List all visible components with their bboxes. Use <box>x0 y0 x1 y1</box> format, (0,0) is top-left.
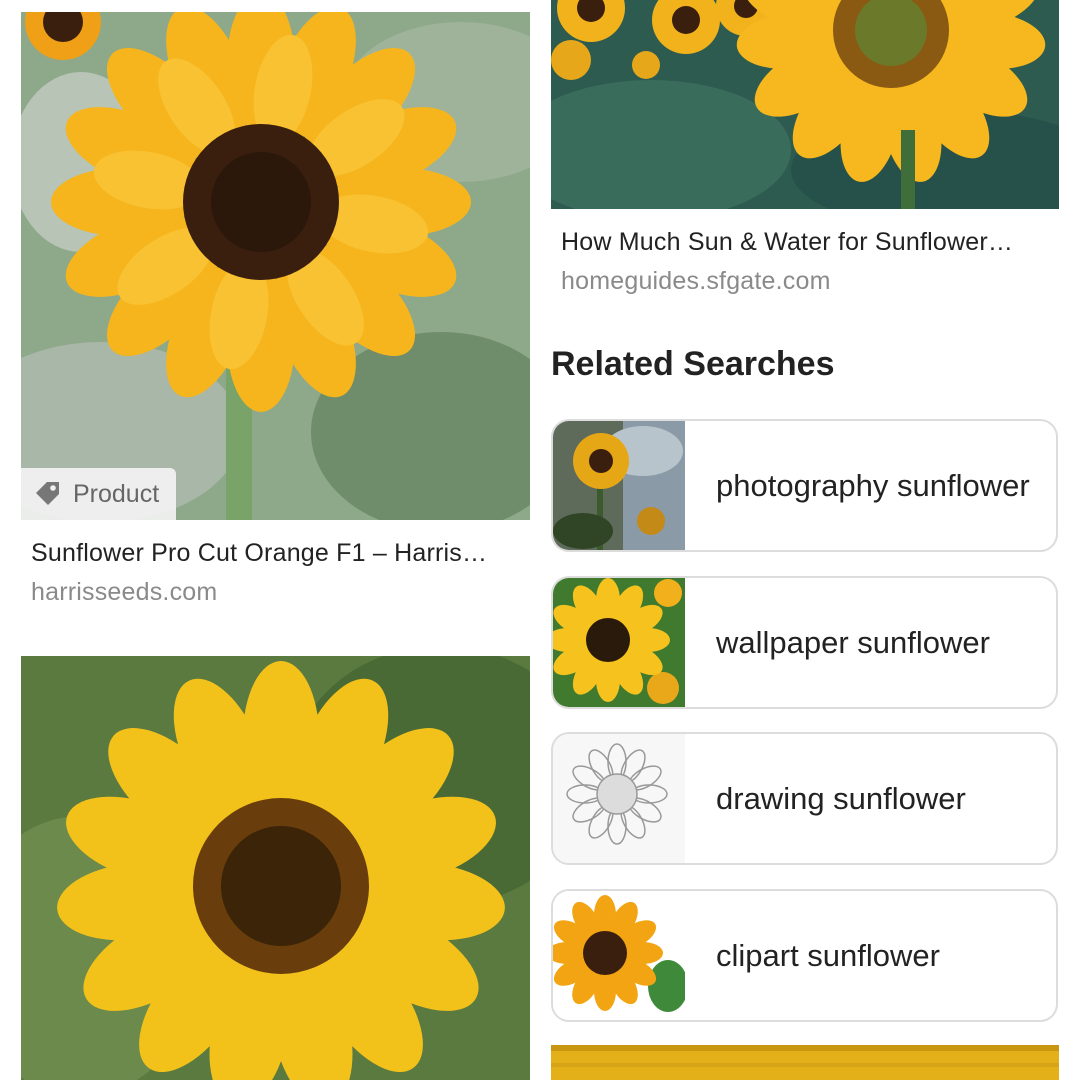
result-title[interactable]: How Much Sun & Water for Sunflower… <box>561 228 1013 257</box>
result-title[interactable]: Sunflower Pro Cut Orange F1 – Harris… <box>31 539 487 568</box>
product-badge: Product <box>21 468 176 520</box>
related-search-label: drawing sunflower <box>716 780 966 816</box>
result-image-sunflower-field[interactable] <box>551 0 1059 209</box>
product-badge-label: Product <box>73 479 160 508</box>
related-search-clipart[interactable]: clipart sunflower <box>551 889 1058 1022</box>
result-image-sunflower-closeup[interactable] <box>21 656 530 1080</box>
related-thumbnail <box>553 891 685 1020</box>
result-image-sunflower-pro-cut[interactable] <box>21 12 530 520</box>
related-search-label: photography sunflower <box>716 467 1030 503</box>
tag-icon <box>36 482 59 505</box>
related-searches-heading: Related Searches <box>551 345 835 383</box>
related-thumbnail <box>553 421 685 550</box>
related-search-photography[interactable]: photography sunflower <box>551 419 1058 552</box>
sunflower-photo <box>551 1045 1059 1080</box>
related-search-label: wallpaper sunflower <box>716 624 990 660</box>
sunflower-photo <box>21 12 530 520</box>
sunflower-photo <box>551 0 1059 209</box>
related-search-label: clipart sunflower <box>716 937 940 973</box>
related-thumbnail <box>553 578 685 707</box>
result-image-sunflower-field-bottom[interactable] <box>551 1045 1059 1080</box>
sunflower-photo <box>21 656 530 1080</box>
related-search-wallpaper[interactable]: wallpaper sunflower <box>551 576 1058 709</box>
related-search-drawing[interactable]: drawing sunflower <box>551 732 1058 865</box>
result-source[interactable]: homeguides.sfgate.com <box>561 267 831 296</box>
related-thumbnail <box>553 734 685 863</box>
result-source[interactable]: harrisseeds.com <box>31 578 217 607</box>
